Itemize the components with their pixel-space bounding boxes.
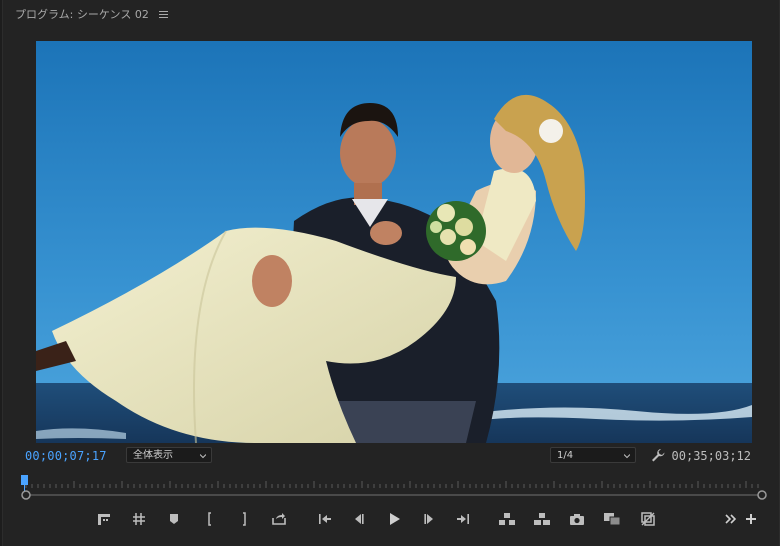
zoom-level-value: 全体表示 — [133, 450, 173, 461]
play-icon — [390, 513, 400, 525]
hamburger-menu-icon[interactable] — [158, 11, 168, 19]
playhead[interactable] — [21, 475, 28, 485]
navigator-left-handle[interactable] — [21, 490, 31, 500]
navigator-right-handle[interactable] — [757, 490, 767, 500]
panel-header: プログラム: シーケンス 02 — [15, 5, 168, 23]
comparison-view-icon — [604, 513, 621, 526]
marker-filmstrip-icon — [98, 514, 110, 525]
chevron-down-icon — [200, 454, 206, 459]
add-button-icon — [746, 514, 756, 524]
video-frame-viewer[interactable] — [36, 41, 752, 443]
panel-title[interactable]: プログラム: シーケンス 02 — [15, 6, 149, 22]
more-chevron-icon — [725, 514, 737, 524]
step-back-button[interactable] — [349, 509, 369, 529]
extract-icon — [534, 513, 550, 525]
transport-controls — [3, 509, 780, 531]
timeline-ruler[interactable] — [21, 475, 767, 501]
zoom-level-dropdown[interactable]: 全体表示 — [126, 447, 212, 463]
button-editor-add-button[interactable] — [741, 509, 761, 529]
ruler-ticks — [25, 481, 759, 488]
go-to-out-button[interactable] — [453, 509, 473, 529]
lift-icon — [499, 513, 515, 525]
export-frame-button[interactable] — [567, 509, 587, 529]
export-frame-loop-icon — [272, 513, 286, 525]
add-marker-button[interactable] — [164, 509, 184, 529]
export-frame-loop-button[interactable] — [269, 509, 289, 529]
wrench-settings-icon[interactable] — [650, 447, 666, 463]
extract-button[interactable] — [532, 509, 552, 529]
mark-in-button[interactable] — [200, 509, 220, 529]
go-to-in-icon — [319, 514, 331, 524]
proxy-toggle-button[interactable] — [638, 509, 658, 529]
current-timecode[interactable]: 00;00;07;17 — [25, 449, 107, 463]
comparison-view-button[interactable] — [602, 509, 622, 529]
camera-icon — [570, 514, 584, 525]
playback-resolution-value: 1/4 — [557, 450, 574, 461]
playback-resolution-dropdown[interactable]: 1/4 — [550, 447, 636, 463]
go-to-out-icon — [457, 514, 469, 524]
safe-margins-grid-icon — [133, 513, 145, 525]
step-forward-button[interactable] — [419, 509, 439, 529]
program-monitor-panel: プログラム: シーケンス 02 00;00;07;17 全体表示 1/4 00;… — [2, 0, 780, 546]
safe-margins-button[interactable] — [129, 509, 149, 529]
duration-timecode: 00;35;03;12 — [671, 449, 751, 463]
marker-filmstrip-button[interactable] — [94, 509, 114, 529]
step-back-icon — [355, 514, 364, 524]
add-marker-icon — [170, 514, 178, 524]
chevron-down-icon — [624, 454, 630, 459]
play-button[interactable] — [384, 509, 404, 529]
mark-in-icon — [208, 512, 211, 526]
proxy-toggle-icon — [641, 512, 655, 526]
lift-button[interactable] — [497, 509, 517, 529]
video-frame-image — [36, 41, 752, 443]
mark-out-icon — [243, 512, 246, 526]
mark-out-button[interactable] — [234, 509, 254, 529]
more-controls-button[interactable] — [721, 509, 741, 529]
step-forward-icon — [424, 514, 433, 524]
go-to-in-button[interactable] — [315, 509, 335, 529]
